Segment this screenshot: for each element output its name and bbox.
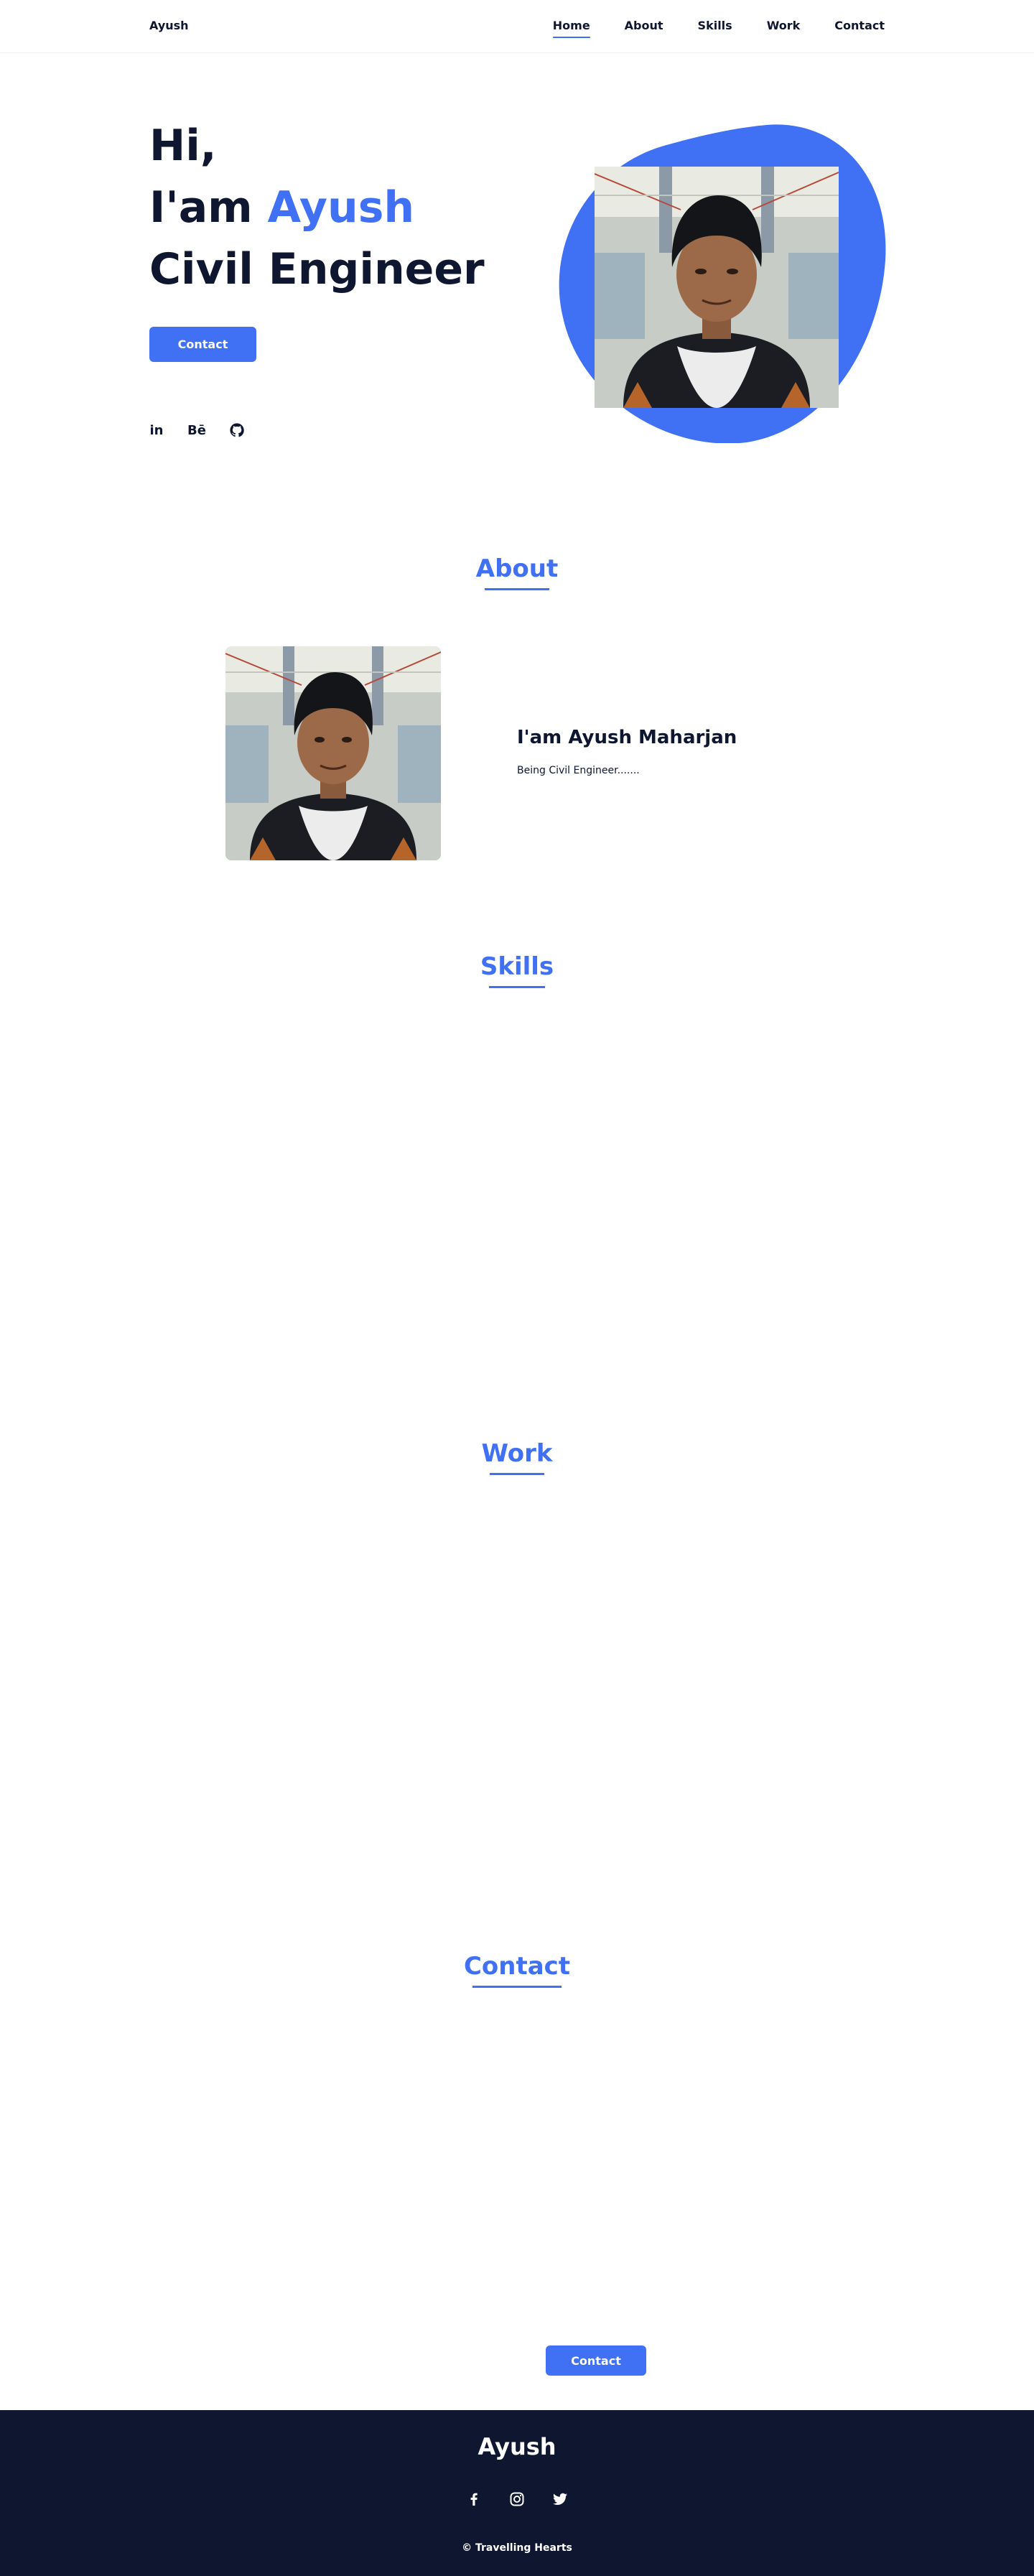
hero-socials: in Bē (149, 422, 244, 439)
about-text: Being Civil Engineer....... (517, 765, 640, 776)
site-header: Ayush Home About Skills Work Contact (0, 0, 1034, 53)
footer-socials (0, 2492, 1034, 2506)
nav-about[interactable]: About (625, 19, 663, 32)
contact-submit-button[interactable]: Contact (546, 2345, 646, 2376)
hero-portrait-image (595, 167, 839, 408)
about-title: About (0, 554, 1034, 590)
work-title: Work (0, 1439, 1034, 1475)
about-portrait-image (225, 646, 441, 860)
linkedin-icon[interactable]: in (149, 422, 164, 439)
instagram-icon[interactable] (510, 2492, 524, 2506)
hero-greeting: Hi, (149, 121, 217, 171)
facebook-icon[interactable] (467, 2492, 481, 2506)
hero-name: Ayush (267, 182, 415, 233)
hero-role: Civil Engineer (149, 244, 485, 294)
nav-home[interactable]: Home (552, 19, 590, 38)
contact-title: Contact (0, 1952, 1034, 1988)
twitter-icon[interactable] (553, 2492, 567, 2506)
site-logo[interactable]: Ayush (149, 19, 189, 32)
nav-contact[interactable]: Contact (834, 19, 885, 32)
site-footer: Ayush © Travelling Hearts (0, 2410, 1034, 2576)
main-nav: Home About Skills Work Contact (552, 19, 885, 38)
footer-copyright: © Travelling Hearts (462, 2542, 572, 2554)
behance-icon[interactable]: Bē (187, 422, 206, 439)
skills-title: Skills (0, 952, 1034, 988)
about-subtitle: I'am Ayush Maharjan (517, 727, 737, 748)
hero-intro: I'am Ayush (149, 177, 485, 238)
footer-title: Ayush (478, 2433, 556, 2460)
hero-title: Hi, I'am Ayush Civil Engineer (149, 115, 485, 300)
hero-contact-button[interactable]: Contact (149, 327, 256, 362)
github-icon[interactable] (230, 422, 244, 439)
nav-work[interactable]: Work (767, 19, 801, 32)
nav-skills[interactable]: Skills (698, 19, 732, 32)
hero-intro-prefix: I'am (149, 182, 268, 233)
